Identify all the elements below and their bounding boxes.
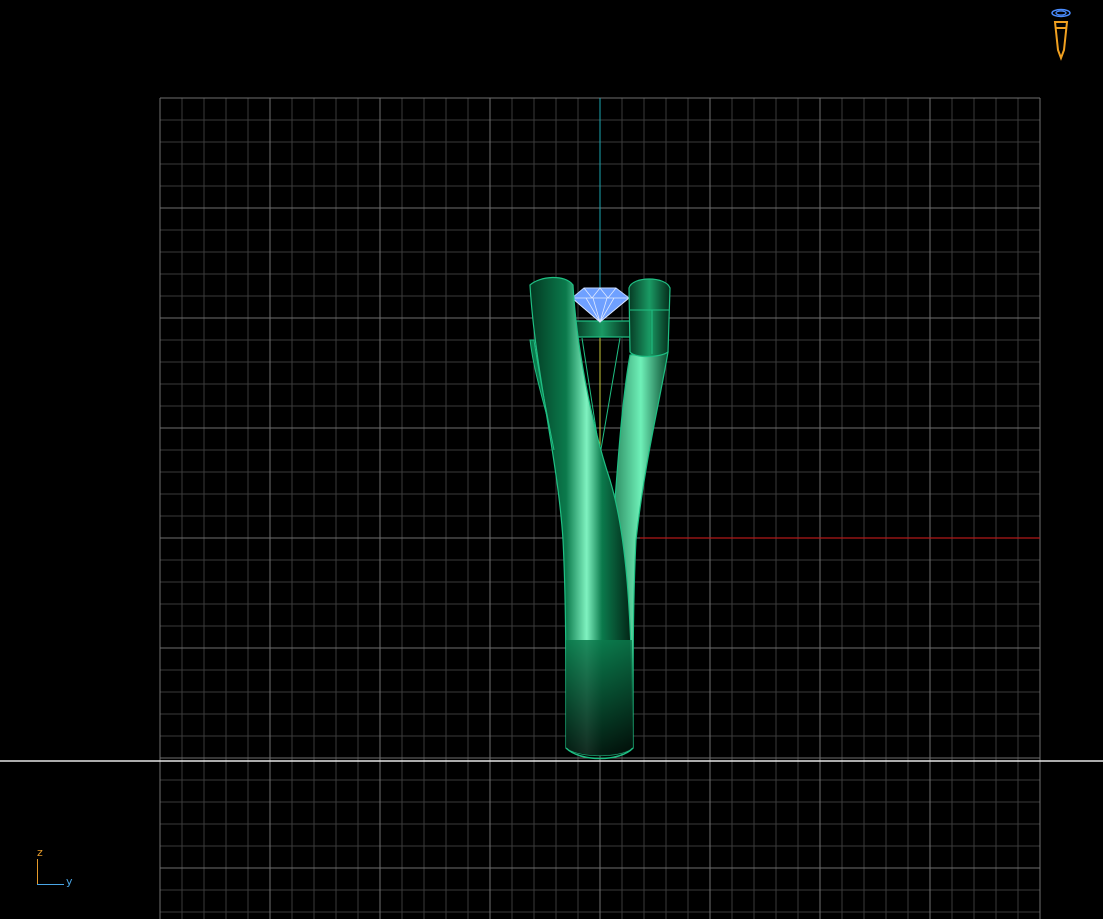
axis-z-line bbox=[37, 859, 38, 885]
ring-prong-right bbox=[628, 278, 671, 358]
axis-z-label: z bbox=[37, 846, 43, 859]
axis-y-line bbox=[37, 884, 64, 885]
view-cube-ring-inner bbox=[1055, 10, 1067, 16]
axis-orientation-indicator: z y bbox=[32, 846, 82, 890]
ring-band-front-shadow bbox=[566, 640, 633, 756]
gem-setting-collar bbox=[573, 320, 631, 338]
axis-y-label: y bbox=[66, 875, 73, 888]
support-line-right bbox=[599, 337, 621, 456]
view-orientation-icon[interactable] bbox=[1046, 6, 1076, 64]
ring-model[interactable] bbox=[0, 0, 1103, 919]
diamond-gem bbox=[571, 287, 630, 324]
3d-viewport[interactable]: z y bbox=[0, 0, 1103, 919]
